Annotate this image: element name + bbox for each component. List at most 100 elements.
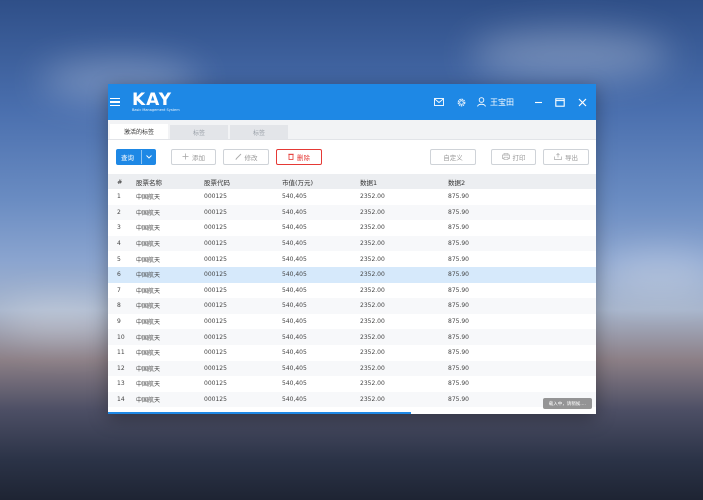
table-cell: 2352.00	[360, 396, 385, 404]
table-row[interactable]: 11 中国航天 000125 540,405 2352.00 875.90	[108, 345, 596, 361]
pencil-icon	[235, 153, 242, 162]
hamburger-menu-icon[interactable]	[110, 97, 120, 107]
table-cell: 2352.00	[360, 349, 385, 357]
data-table-container: # 股票名称 股票代码 市值(万元) 数据1 数据2 1 中国航天 000125 54…	[108, 174, 596, 414]
table-cell: 9	[117, 318, 121, 326]
column-header[interactable]: 数据1	[360, 174, 448, 189]
table-cell: 000125	[204, 380, 227, 388]
table-cell: 中国航天	[136, 303, 161, 311]
table-cell: 000125	[204, 255, 227, 263]
table-cell: 875.90	[448, 240, 469, 248]
add-button[interactable]: 添加	[171, 149, 216, 165]
table-cell: 000125	[204, 271, 227, 279]
table-cell: 000125	[204, 364, 227, 372]
column-header[interactable]: 数据2	[448, 174, 596, 189]
table-cell: 875.90	[448, 333, 469, 341]
title-bar-actions: 王宝田	[433, 84, 588, 120]
table-row[interactable]: 10 中国航天 000125 540,405 2352.00 875.90	[108, 329, 596, 345]
table-cell: 540,405	[282, 286, 307, 294]
table-cell: 5	[117, 255, 121, 263]
table-cell: 540,405	[282, 380, 307, 388]
maximize-icon[interactable]	[554, 96, 566, 108]
table-cell: 000125	[204, 396, 227, 404]
background-cloud	[470, 30, 670, 80]
table-cell: 875.90	[448, 271, 469, 279]
table-cell: 中国航天	[136, 225, 161, 233]
user-menu[interactable]: 王宝田	[477, 97, 514, 108]
loading-toast: 载入中，请稍候....	[542, 398, 592, 409]
app-logo: KAY Basic Management System	[132, 91, 180, 113]
minimize-icon[interactable]	[532, 96, 544, 108]
table-cell: 2352.00	[360, 380, 385, 388]
table-cell: 540,405	[282, 240, 307, 248]
table-cell: 2352.00	[360, 302, 385, 310]
table-row[interactable]: 3 中国航天 000125 540,405 2352.00 875.90	[108, 220, 596, 236]
tab-second[interactable]: 标签	[170, 125, 228, 139]
table-row[interactable]: 9 中国航天 000125 540,405 2352.00 875.90	[108, 314, 596, 330]
table-cell: 2352.00	[360, 193, 385, 201]
table-cell: 12	[117, 364, 125, 372]
background-cloud	[0, 300, 120, 340]
table-cell: 000125	[204, 240, 227, 248]
table-cell: 875.90	[448, 349, 469, 357]
table-cell: 540,405	[282, 364, 307, 372]
table-row[interactable]: 13 中国航天 000125 540,405 2352.00 875.90	[108, 376, 596, 392]
column-header[interactable]: 市值(万元)	[282, 174, 360, 189]
custom-button[interactable]: 自定义	[430, 149, 476, 165]
table-row[interactable]: 2 中国航天 000125 540,405 2352.00 875.90	[108, 204, 596, 221]
table-row[interactable]: 14 中国航天 000125 540,405 2352.00 875.90	[108, 391, 596, 408]
table-row[interactable]: 5 中国航天 000125 540,405 2352.00 875.90	[108, 251, 596, 267]
column-header[interactable]: #	[108, 174, 136, 189]
edit-button[interactable]: 修改	[223, 149, 269, 165]
table-cell: 540,405	[282, 318, 307, 326]
export-button[interactable]: 导出	[543, 149, 589, 165]
table-cell: 中国航天	[136, 397, 161, 405]
table-cell: 8	[117, 302, 121, 310]
tab-bar: 激活的标签 标签 标签	[108, 120, 596, 140]
table-cell: 000125	[204, 333, 227, 341]
table-cell: 875.90	[448, 364, 469, 372]
data-table: # 股票名称 股票代码 市值(万元) 数据1 数据2 1 中国航天 000125 54…	[108, 174, 596, 408]
table-cell: 2352.00	[360, 255, 385, 263]
table-cell: 11	[117, 349, 125, 357]
table-cell: 2352.00	[360, 333, 385, 341]
query-button[interactable]: 查询	[116, 149, 156, 165]
tab-active[interactable]: 激活的标签	[110, 124, 168, 139]
mail-icon[interactable]	[433, 96, 445, 108]
table-row[interactable]: 8 中国航天 000125 540,405 2352.00 875.90	[108, 298, 596, 314]
custom-button-label: 自定义	[443, 154, 463, 162]
table-cell: 13	[117, 380, 125, 388]
close-icon[interactable]	[576, 96, 588, 108]
printer-icon	[501, 152, 510, 162]
table-cell: 540,405	[282, 193, 307, 201]
table-cell: 000125	[204, 286, 227, 294]
table-cell: 7	[117, 286, 121, 294]
table-cell: 中国航天	[136, 256, 161, 264]
table-cell: 540,405	[282, 302, 307, 310]
table-cell: 中国航天	[136, 334, 161, 342]
table-cell: 2352.00	[360, 208, 385, 216]
delete-button[interactable]: 删除	[276, 149, 322, 165]
gear-icon[interactable]	[455, 96, 467, 108]
table-row[interactable]: 1 中国航天 000125 540,405 2352.00 875.90	[108, 189, 596, 205]
logo-subtitle: Basic Management System	[132, 107, 180, 112]
table-cell: 540,405	[282, 224, 307, 232]
chevron-down-icon[interactable]	[141, 150, 155, 164]
table-cell: 2352.00	[360, 224, 385, 232]
table-row[interactable]: 6 中国航天 000125 540,405 2352.00 875.90	[108, 266, 596, 283]
table-cell: 000125	[204, 193, 227, 201]
toolbar: 查询 添加 修改 删除 自定义 打印 导出	[108, 140, 596, 174]
table-row[interactable]: 4 中国航天 000125 540,405 2352.00 875.90	[108, 235, 596, 252]
print-button-label: 打印	[512, 154, 526, 162]
column-header[interactable]: 股票名称	[136, 174, 204, 189]
background-cloud	[600, 250, 703, 295]
table-row[interactable]: 12 中国航天 000125 540,405 2352.00 875.90	[108, 360, 596, 377]
table-cell: 875.90	[448, 224, 469, 232]
print-button[interactable]: 打印	[491, 149, 536, 165]
table-cell: 2352.00	[360, 240, 385, 248]
table-cell: 4	[117, 240, 121, 248]
tab-third[interactable]: 标签	[230, 125, 288, 139]
column-header[interactable]: 股票代码	[204, 174, 282, 189]
table-row[interactable]: 7 中国航天 000125 540,405 2352.00 875.90	[108, 283, 596, 299]
table-cell: 540,405	[282, 349, 307, 357]
